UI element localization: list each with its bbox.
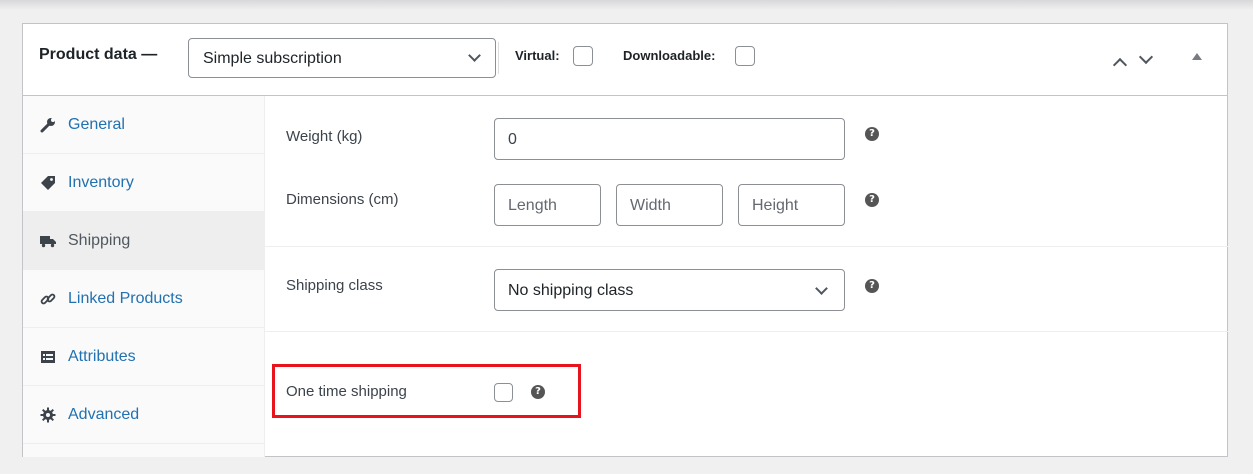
- panel-title: Product data —: [39, 46, 158, 63]
- section-divider: [265, 331, 1228, 332]
- weight-input[interactable]: 0: [494, 118, 845, 160]
- list-icon: [41, 351, 55, 363]
- shipping-options: Weight (kg) 0 ? Dimensions (cm) Length W…: [265, 96, 1228, 457]
- tab-linked-products[interactable]: Linked Products: [23, 270, 265, 328]
- one-time-shipping-help-icon[interactable]: ?: [531, 385, 545, 399]
- product-type-select[interactable]: Simple subscription: [188, 38, 496, 78]
- downloadable-label: Downloadable:: [623, 48, 716, 63]
- shipping-class-label: Shipping class: [286, 277, 383, 294]
- length-placeholder: Length: [508, 197, 557, 214]
- height-placeholder: Height: [752, 197, 799, 214]
- gear-icon: [40, 407, 56, 423]
- tab-general[interactable]: General: [23, 96, 265, 154]
- dimensions-label: Dimensions (cm): [286, 191, 399, 208]
- tab-attributes[interactable]: Attributes: [23, 328, 265, 386]
- header-divider: [498, 42, 499, 74]
- tab-inventory[interactable]: Inventory: [23, 154, 265, 212]
- weight-label: Weight (kg): [286, 128, 363, 145]
- width-input[interactable]: Width: [616, 184, 723, 226]
- move-up-icon[interactable]: [1112, 57, 1128, 73]
- shipping-class-help-icon[interactable]: ?: [865, 279, 879, 293]
- tab-attributes-label: Attributes: [68, 348, 136, 365]
- tab-general-label: General: [68, 116, 125, 133]
- toggle-panel-icon[interactable]: [1192, 53, 1202, 60]
- tab-advanced-label: Advanced: [68, 406, 140, 423]
- virtual-label: Virtual:: [515, 48, 560, 63]
- weight-value: 0: [508, 131, 517, 148]
- top-shadow: [0, 0, 1253, 10]
- section-divider: [265, 246, 1228, 247]
- link-icon: [40, 293, 56, 305]
- length-input[interactable]: Length: [494, 184, 601, 226]
- tab-inventory-label: Inventory: [68, 174, 134, 191]
- downloadable-checkbox[interactable]: [735, 46, 755, 66]
- shipping-class-select[interactable]: No shipping class: [494, 269, 845, 311]
- product-data-panel: Product data — Simple subscription Virtu…: [22, 23, 1228, 457]
- height-input[interactable]: Height: [738, 184, 845, 226]
- tab-linked-products-label: Linked Products: [68, 290, 183, 307]
- shipping-class-value: No shipping class: [508, 282, 634, 299]
- tab-shipping-label: Shipping: [68, 232, 131, 249]
- width-placeholder: Width: [630, 197, 671, 214]
- weight-help-icon[interactable]: ?: [865, 127, 879, 141]
- wrench-icon: [40, 118, 55, 133]
- chevron-down-icon: [468, 49, 481, 62]
- tag-icon: [41, 176, 55, 190]
- product-type-value: Simple subscription: [203, 50, 342, 67]
- tab-shipping[interactable]: Shipping: [23, 212, 265, 270]
- dimensions-help-icon[interactable]: ?: [865, 193, 879, 207]
- chevron-down-icon: [815, 282, 828, 295]
- truck-icon: [40, 236, 56, 248]
- product-data-tabs: General Inventory Shipping Linked Produc…: [23, 96, 265, 457]
- one-time-shipping-label: One time shipping: [286, 383, 407, 400]
- one-time-shipping-checkbox[interactable]: [494, 383, 513, 402]
- tab-advanced[interactable]: Advanced: [23, 386, 265, 444]
- panel-header: Product data — Simple subscription Virtu…: [23, 24, 1227, 96]
- move-down-icon[interactable]: [1138, 49, 1154, 65]
- virtual-checkbox[interactable]: [573, 46, 593, 66]
